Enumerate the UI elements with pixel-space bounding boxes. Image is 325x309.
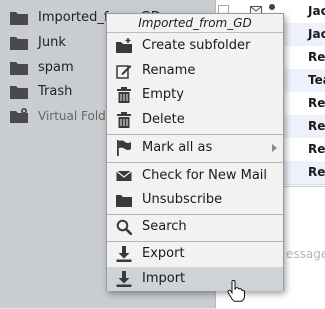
menu-item-search[interactable]: Search [107,215,283,239]
message-sender: Jac [308,27,325,41]
menu-item-label: Export [142,246,185,261]
menu-item-label: Search [142,219,187,234]
menu-item-label: Mark all as [142,140,213,155]
menu-item-label: Delete [142,112,185,127]
menu-item-create-subfolder[interactable]: Create subfolder [107,34,283,58]
menu-item-unsubscribe[interactable]: Unsubscribe [107,188,283,212]
message-sender: Res [308,96,325,110]
folder-icon [10,62,28,75]
folder-label: Trash [38,84,73,99]
flag-icon [117,140,131,156]
folder-icon [10,86,28,99]
edit-icon [116,65,132,79]
folder-icon [10,12,28,25]
trash-icon [117,87,131,103]
folder-label: Virtual Folde [38,109,114,123]
menu-item-label: Rename [142,63,196,78]
hand-cursor-icon [227,280,245,302]
trash-icon [117,112,131,128]
context-menu-title: Imported_from_GD [107,14,283,33]
menu-item-label: Empty [142,87,184,102]
menu-item-rename[interactable]: Rename [107,59,283,83]
folder-label: spam [38,60,74,75]
folder-icon [116,195,132,207]
menu-item-check-new-mail[interactable]: Check for New Mail [107,164,283,188]
download-icon [116,271,132,287]
submenu-arrow-icon [272,144,277,152]
search-icon [116,219,132,235]
folder-context-menu: Imported_from_GD Create subfolder Rename… [106,13,284,291]
envelope-icon [116,170,132,181]
menu-separator [107,162,283,163]
menu-item-label: Import [142,271,186,286]
preview-placeholder: essage [286,247,325,261]
message-sender: Jac [308,4,325,18]
menu-item-export[interactable]: Export [107,242,283,266]
folder-label: Junk [38,35,66,50]
new-folder-icon [116,38,132,53]
message-sender: Res [308,165,325,179]
menu-item-label: Unsubscribe [142,192,223,207]
virtual-folder-icon [10,108,28,123]
menu-separator [107,134,283,135]
download-icon [116,246,132,262]
message-sender: Tea [308,73,325,87]
menu-item-label: Check for New Mail [142,168,268,183]
menu-item-mark-all-as[interactable]: Mark all as [107,136,283,160]
menu-item-delete[interactable]: Delete [107,108,283,132]
menu-item-label: Create subfolder [142,38,251,53]
menu-item-import[interactable]: Import [107,267,283,291]
message-sender: Res [308,50,325,64]
message-sender: Res [308,142,325,156]
message-sender: Res [308,119,325,133]
folder-icon [10,37,28,50]
menu-item-empty[interactable]: Empty [107,83,283,107]
